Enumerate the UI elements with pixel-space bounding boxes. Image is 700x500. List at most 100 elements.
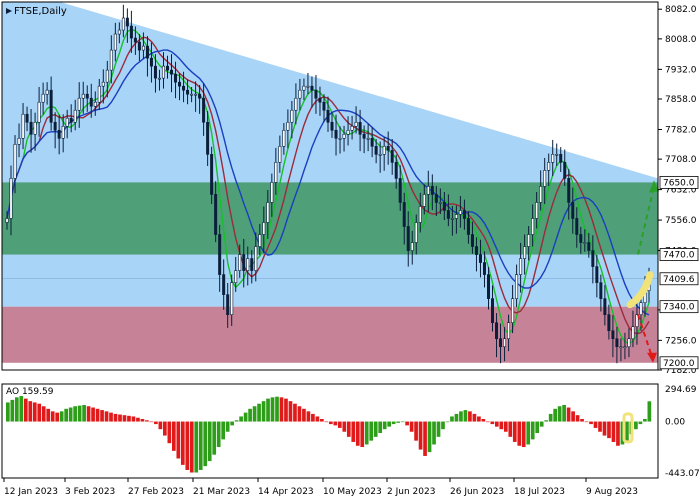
price-tick-label: 8082.0: [665, 5, 697, 15]
ao-bar: [503, 421, 508, 432]
candle-body: [133, 37, 137, 43]
ao-bar: [10, 399, 15, 422]
ao-bar: [598, 421, 602, 432]
ao-bar: [118, 414, 122, 422]
candle-body: [559, 154, 563, 163]
candle-body: [394, 162, 398, 179]
candle-body: [579, 234, 583, 243]
ao-bar: [530, 421, 535, 440]
ao-bar: [396, 421, 400, 423]
candle-body: [587, 242, 591, 251]
ao-bar: [149, 421, 154, 423]
time-tick-label: 14 Apr 2023: [258, 487, 314, 497]
time-tick-label: 27 Feb 2023: [128, 487, 184, 497]
candle-body: [434, 194, 438, 203]
candle-body: [153, 65, 157, 79]
candle-body: [322, 101, 326, 111]
ao-bar: [324, 421, 329, 423]
ao-bar: [68, 407, 73, 422]
ao-bar: [221, 421, 226, 440]
candle-body: [125, 17, 129, 27]
candle-body: [366, 137, 370, 140]
candle-body: [302, 85, 306, 91]
candle-body: [539, 186, 543, 203]
ao-bar: [6, 402, 10, 422]
ao-bar: [364, 421, 369, 445]
price-level-label: 7340.0: [663, 303, 695, 313]
ao-bar: [198, 421, 203, 470]
ao-bar: [257, 403, 261, 422]
time-tick-label: 26 Jun 2023: [450, 487, 504, 497]
ao-bar: [243, 412, 248, 422]
time-tick-label: 12 Jan 2023: [4, 487, 58, 497]
candle-body: [186, 89, 190, 95]
candle-body: [478, 254, 482, 263]
ao-bar: [270, 397, 275, 422]
time-tick-label: 3 Feb 2023: [65, 487, 115, 497]
candle-body: [166, 65, 170, 71]
candle-body: [390, 150, 394, 163]
ao-bar: [355, 421, 360, 446]
candle-body: [170, 69, 174, 75]
red-zone: [2, 306, 658, 363]
ao-bar: [643, 418, 647, 422]
ao-bar: [333, 421, 338, 426]
candle-body: [627, 338, 631, 348]
ao-bar: [409, 421, 414, 432]
candle-body: [406, 226, 410, 251]
candle-body: [73, 109, 77, 123]
candle-body: [93, 101, 97, 107]
candle-body: [470, 234, 474, 247]
ao-bar: [275, 396, 279, 422]
candle-body: [507, 322, 511, 340]
ao-bar: [418, 421, 423, 450]
candle-body: [603, 298, 607, 315]
ao-bar: [284, 398, 288, 422]
ao-bar: [180, 421, 185, 465]
candle-body: [482, 262, 486, 275]
candle-body: [563, 162, 567, 179]
ao-bar: [427, 421, 432, 453]
ao-bar: [131, 416, 136, 422]
candle-body: [326, 109, 330, 123]
candle-body: [438, 202, 442, 204]
ao-bar: [575, 415, 580, 422]
ao-bar: [521, 421, 526, 448]
candle-body: [354, 121, 358, 127]
ao-bar: [297, 406, 302, 422]
ao-bar: [638, 421, 643, 425]
candle-body: [595, 266, 599, 283]
candle-body: [145, 45, 149, 59]
candle-body: [599, 282, 603, 299]
ao-bar: [472, 413, 477, 422]
candle-body: [342, 133, 346, 139]
candle-body: [194, 93, 198, 96]
ao-bar: [19, 396, 24, 422]
ao-bar: [351, 421, 356, 442]
ao-bar: [216, 421, 221, 448]
price-chart[interactable]: 8082.08008.07932.07858.07782.07708.07632…: [0, 0, 700, 500]
candle-body: [486, 274, 490, 299]
candle-body: [442, 202, 446, 211]
candle-body: [358, 121, 362, 135]
ao-bar: [302, 408, 306, 422]
ao-bar: [311, 413, 315, 422]
candle-body: [250, 258, 254, 271]
candle-body: [286, 121, 290, 131]
ao-bar: [490, 421, 495, 425]
candle-body: [462, 210, 466, 219]
ao-bar: [32, 402, 37, 422]
chart-window[interactable]: 8082.0 8008.0 7932.0 7858.0 7782.0 7708.0 7632…: [0, 0, 700, 500]
candle-body: [97, 85, 101, 103]
candle-body: [161, 65, 165, 79]
candle-body: [370, 137, 374, 147]
price-tick-label: 7932.0: [665, 65, 697, 75]
candle-body: [222, 274, 226, 295]
ao-bar: [189, 421, 194, 473]
candle-body: [515, 274, 519, 299]
candle-body: [474, 246, 478, 255]
candle-body: [491, 298, 495, 323]
ao-bar: [477, 416, 481, 422]
ao-bar: [136, 417, 140, 422]
ao-bar: [557, 406, 562, 422]
